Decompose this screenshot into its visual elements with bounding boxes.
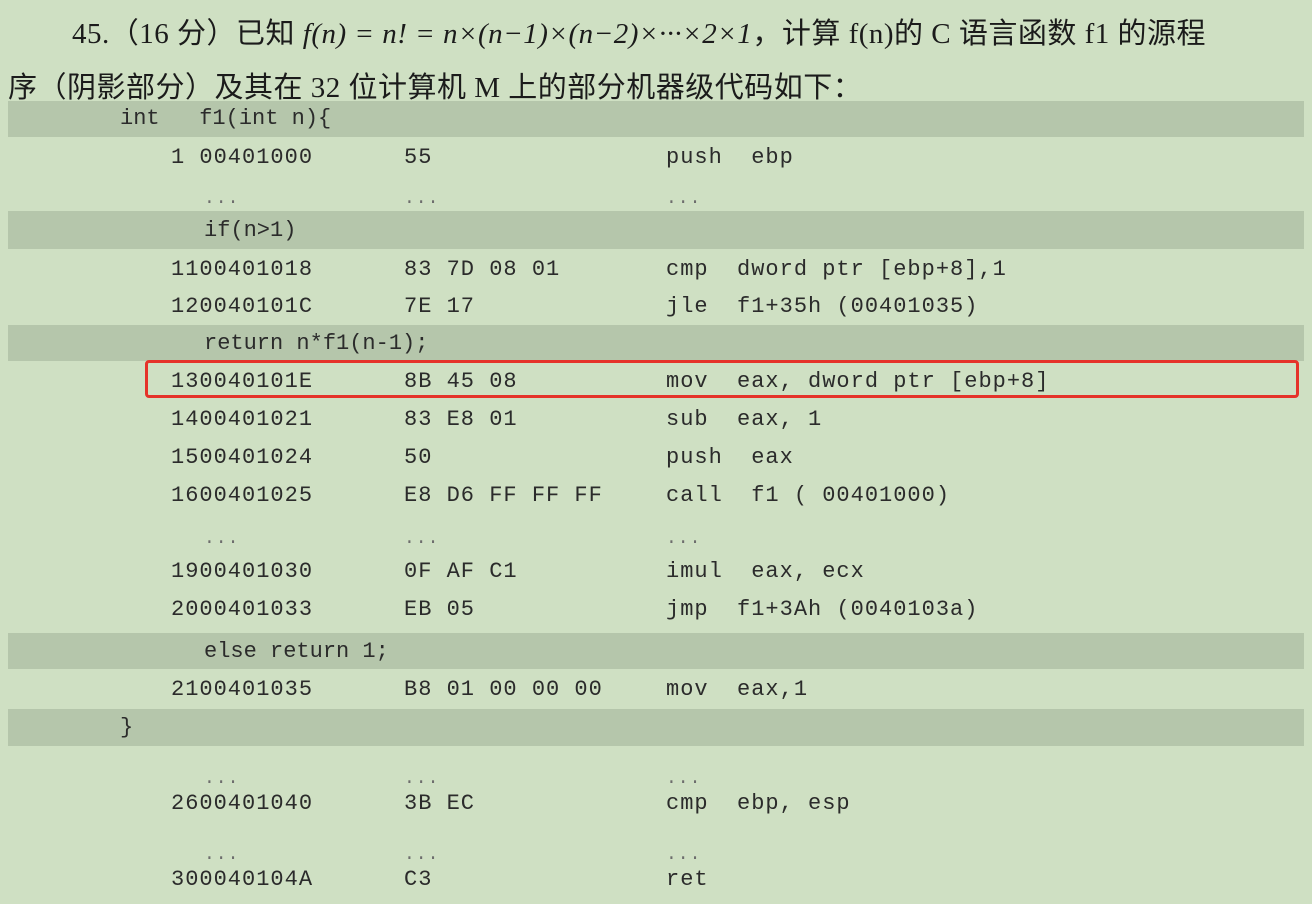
asm-instruction: push ebp: [666, 145, 794, 170]
asm-row: 1100401018 83 7D 08 01 cmp dword ptr [eb…: [8, 253, 1304, 287]
ellipsis: ...: [666, 529, 702, 549]
question-number: 45.（16 分）已知: [72, 18, 303, 50]
asm-address: 120040101C: [171, 294, 314, 319]
source-text: return n*f1(n-1);: [204, 331, 429, 356]
ellipsis: ...: [204, 189, 240, 209]
asm-bytes: 50: [404, 445, 433, 470]
ellipsis-row: ... ... ...: [8, 521, 1304, 549]
source-text: if(n>1): [204, 218, 297, 243]
asm-address: 1400401021: [171, 407, 314, 432]
asm-address: 1500401024: [171, 445, 314, 470]
ellipsis: ...: [204, 845, 240, 865]
ellipsis: ...: [404, 845, 440, 865]
ellipsis-row: ... ... ...: [8, 181, 1304, 209]
question-line-1-tail: ，计算 f(n)的 C 语言函数 f1 的源程: [752, 18, 1207, 50]
asm-bytes: C3: [404, 867, 433, 892]
asm-bytes: 7E 17: [404, 294, 476, 319]
ellipsis: ...: [404, 769, 440, 789]
highlight-box: [145, 360, 1299, 398]
source-line-function-header: int f1(int n){: [8, 101, 1304, 137]
asm-bytes: 55: [404, 145, 433, 170]
asm-address: 1900401030: [171, 559, 314, 584]
asm-instruction: mov eax,1: [666, 677, 809, 702]
factorial-formula: (n) = n! = n×(n−1)×(n−2)×···×2×1: [311, 18, 753, 50]
asm-row: 1900401030 0F AF C1 imul eax, ecx: [8, 555, 1304, 589]
asm-bytes: 83 7D 08 01: [404, 257, 561, 282]
asm-row: 1500401024 50 push eax: [8, 441, 1304, 475]
asm-bytes: 3B EC: [404, 791, 476, 816]
asm-row: 2600401040 3B EC cmp ebp, esp: [8, 787, 1304, 821]
asm-instruction: ret: [666, 867, 709, 892]
ellipsis: ...: [666, 769, 702, 789]
asm-bytes: B8 01 00 00 00: [404, 677, 603, 702]
asm-instruction: imul eax, ecx: [666, 559, 865, 584]
asm-row: 2000401033 EB 05 jmp f1+3Ah (0040103a): [8, 593, 1304, 627]
ellipsis-row: ... ... ...: [8, 837, 1304, 865]
asm-instruction: jmp f1+3Ah (0040103a): [666, 597, 979, 622]
question-heading: 45.（16 分）已知 f(n) = n! = n×(n−1)×(n−2)×··…: [0, 0, 1312, 110]
asm-row: 1 00401000 55 push ebp: [8, 141, 1304, 175]
asm-row: 1600401025 E8 D6 FF FF FF call f1 ( 0040…: [8, 479, 1304, 513]
question-line-2: 序（阴影部分）及其在 32 位计算机 M 上的部分机器级代码如下：: [8, 72, 863, 104]
asm-address: 2000401033: [171, 597, 314, 622]
source-text: int f1(int n){: [120, 106, 332, 131]
ellipsis: ...: [404, 189, 440, 209]
asm-row: 120040101C 7E 17 jle f1+35h (00401035): [8, 290, 1304, 324]
ellipsis: ...: [204, 769, 240, 789]
asm-address: 1600401025: [171, 483, 314, 508]
source-text: else return 1;: [204, 639, 389, 664]
asm-address: 2600401040: [171, 791, 314, 816]
source-line-else: else return 1;: [8, 633, 1304, 669]
asm-row: 2100401035 B8 01 00 00 00 mov eax,1: [8, 673, 1304, 707]
asm-address: 2100401035: [171, 677, 314, 702]
asm-instruction: sub eax, 1: [666, 407, 823, 432]
asm-row: 1400401021 83 E8 01 sub eax, 1: [8, 403, 1304, 437]
source-line-return: return n*f1(n-1);: [8, 325, 1304, 361]
asm-bytes: 0F AF C1: [404, 559, 518, 584]
asm-bytes: E8 D6 FF FF FF: [404, 483, 603, 508]
asm-bytes: 83 E8 01: [404, 407, 518, 432]
asm-instruction: push eax: [666, 445, 794, 470]
asm-address: 300040104A: [171, 867, 314, 892]
asm-instruction: call f1 ( 00401000): [666, 483, 951, 508]
ellipsis: ...: [204, 529, 240, 549]
ellipsis-row: ... ... ...: [8, 761, 1304, 789]
asm-address: 1100401018: [171, 257, 314, 282]
ellipsis: ...: [666, 845, 702, 865]
asm-row: 300040104A C3 ret: [8, 863, 1304, 897]
asm-instruction: cmp dword ptr [ebp+8],1: [666, 257, 1007, 282]
asm-instruction: cmp ebp, esp: [666, 791, 851, 816]
question-line-1: 45.（16 分）已知 f(n) = n! = n×(n−1)×(n−2)×··…: [72, 10, 1206, 52]
source-text: }: [120, 715, 134, 740]
source-line-closing-brace: }: [8, 709, 1304, 746]
ellipsis: ...: [404, 529, 440, 549]
code-listing: int f1(int n){ 1 00401000 55 push ebp ..…: [8, 101, 1304, 895]
asm-instruction: jle f1+35h (00401035): [666, 294, 979, 319]
ellipsis: ...: [666, 189, 702, 209]
asm-address: 1 00401000: [171, 145, 314, 170]
source-line-if: if(n>1): [8, 211, 1304, 249]
asm-bytes: EB 05: [404, 597, 476, 622]
